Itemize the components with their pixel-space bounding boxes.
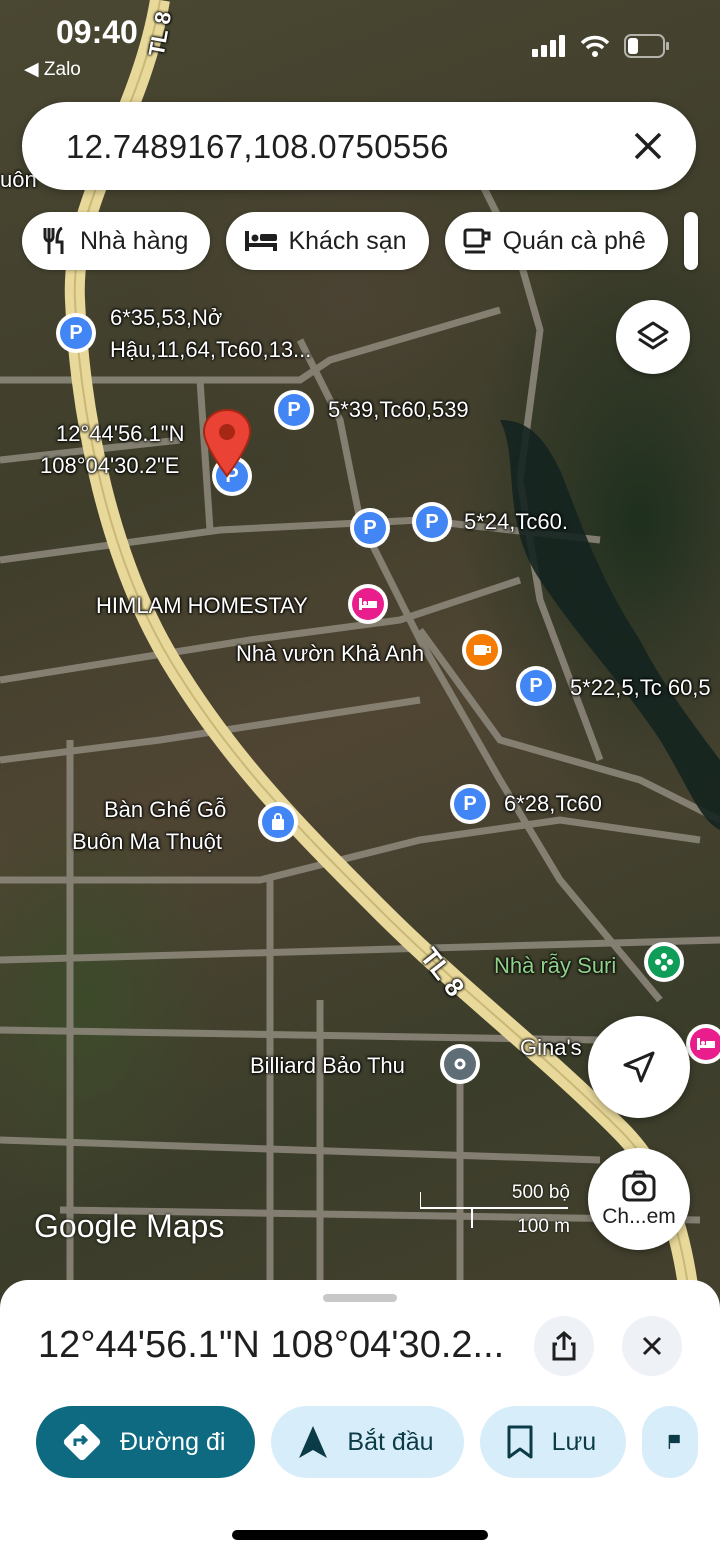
camera-label: Ch...em — [602, 1205, 676, 1228]
directions-icon — [63, 1423, 101, 1461]
home-indicator — [232, 1530, 488, 1540]
sheet-drag-handle[interactable] — [323, 1294, 397, 1302]
back-to-app[interactable]: ◀ Zalo — [24, 58, 81, 81]
scale-imperial: 500 bộ — [511, 1182, 570, 1203]
save-label: Lưu — [551, 1427, 597, 1456]
directions-label: Đường đi — [120, 1427, 226, 1456]
camera-search-button[interactable]: Ch...em — [588, 1148, 690, 1250]
my-location-button[interactable] — [588, 1016, 690, 1118]
chip-label: Khách sạn — [288, 226, 407, 255]
place-pin-parking[interactable]: P — [412, 502, 452, 542]
place-label[interactable]: Gina's — [520, 1034, 582, 1062]
search-bar[interactable]: 12.7489167,108.0750556 — [22, 102, 696, 190]
hotel-icon — [697, 1038, 715, 1050]
start-button[interactable]: Bắt đầu — [271, 1406, 464, 1478]
status-time: 09:40 — [56, 14, 138, 50]
action-buttons: Đường đi Bắt đầu Lưu — [36, 1406, 699, 1478]
place-label[interactable]: Buôn Ma Thuột — [72, 828, 222, 856]
share-button[interactable] — [534, 1316, 594, 1376]
place-label[interactable]: 6*35,53,Nở — [110, 304, 222, 332]
place-pin-generic[interactable] — [440, 1044, 480, 1084]
place-pin-parking[interactable]: P — [516, 666, 556, 706]
place-pin-parking[interactable]: P — [274, 390, 314, 430]
close-icon — [642, 1336, 662, 1356]
category-chips: Nhà hàng Khách sạn Quán cà phê — [22, 212, 698, 270]
flag-icon — [668, 1434, 680, 1449]
place-pin-hotel[interactable] — [686, 1024, 720, 1064]
restaurant-icon — [43, 226, 64, 254]
place-label[interactable]: 6*28,Tc60 — [504, 790, 602, 818]
layers-icon — [637, 321, 669, 350]
close-icon[interactable] — [628, 126, 668, 166]
chip-restaurants[interactable]: Nhà hàng — [22, 212, 211, 270]
dropped-pin-lng: 108°04'30.2"E — [40, 453, 180, 478]
place-label[interactable]: HIMLAM HOMESTAY — [96, 592, 308, 620]
place-label[interactable]: 5*39,Tc60,539 — [328, 396, 469, 424]
coffee-icon — [474, 645, 491, 655]
navigation-icon — [299, 1426, 328, 1458]
wifi-icon — [580, 35, 610, 57]
more-action-button[interactable] — [642, 1406, 699, 1478]
place-title: 12°44'56.1"N 108°04'30.2... — [38, 1324, 505, 1366]
google-maps-logo: Google Maps — [34, 1208, 225, 1244]
place-pin-parking[interactable]: P — [450, 784, 490, 824]
hotel-icon — [245, 231, 278, 251]
chip-more[interactable] — [683, 212, 698, 270]
place-pin-hotel[interactable] — [348, 584, 388, 624]
share-icon — [552, 1331, 576, 1361]
chip-hotels[interactable]: Khách sạn — [226, 212, 429, 270]
coffee-icon — [463, 228, 491, 254]
place-label[interactable]: Bàn Ghế Gỗ — [104, 796, 226, 824]
place-label[interactable]: 5*22,5,Tc 60,5 — [570, 674, 711, 702]
place-pin-garden[interactable] — [644, 942, 684, 982]
start-label: Bắt đầu — [347, 1427, 434, 1456]
signal-icon — [532, 35, 565, 57]
chip-label: Quán cà phê — [502, 226, 646, 255]
battery-icon — [624, 34, 669, 58]
place-label[interactable]: Nhà rẫy Suri — [494, 952, 616, 980]
scale-metric: 100 m — [517, 1216, 570, 1237]
place-pin-cafe[interactable] — [462, 630, 502, 670]
status-icons — [532, 34, 670, 58]
chip-coffee[interactable]: Quán cà phê — [444, 212, 668, 270]
dropped-pin-lat: 12°44'56.1"N — [56, 421, 185, 446]
directions-button[interactable]: Đường đi — [36, 1406, 256, 1478]
dropped-pin-icon[interactable] — [202, 408, 252, 478]
bookmark-icon — [507, 1425, 533, 1459]
place-pin-parking[interactable]: P — [56, 313, 96, 353]
pin-icon — [454, 1058, 466, 1070]
place-pin-parking[interactable]: P — [350, 508, 390, 548]
hotel-icon — [359, 598, 377, 610]
navigation-arrow-icon — [623, 1051, 655, 1083]
save-button[interactable]: Lưu — [479, 1406, 627, 1478]
search-query[interactable]: 12.7489167,108.0750556 — [66, 128, 449, 166]
flower-icon — [655, 953, 673, 971]
place-label[interactable]: Billiard Bảo Thu — [250, 1052, 405, 1080]
camera-icon — [622, 1170, 656, 1202]
place-pin-shopping[interactable] — [258, 802, 298, 842]
chip-label: Nhà hàng — [80, 226, 189, 255]
place-label[interactable]: 5*24,Tc60. — [464, 508, 568, 536]
shopping-icon — [272, 813, 284, 830]
layers-button[interactable] — [616, 300, 690, 374]
place-label[interactable]: Nhà vườn Khả Anh — [236, 640, 424, 668]
close-sheet-button[interactable] — [622, 1316, 682, 1376]
bottom-sheet[interactable]: 12°44'56.1"N 108°04'30.2... Đường đi Bắt… — [0, 1280, 720, 1557]
place-label[interactable]: Hậu,11,64,Tc60,13... — [110, 336, 311, 364]
map-scale: 500 bộ 100 m — [420, 1182, 570, 1237]
